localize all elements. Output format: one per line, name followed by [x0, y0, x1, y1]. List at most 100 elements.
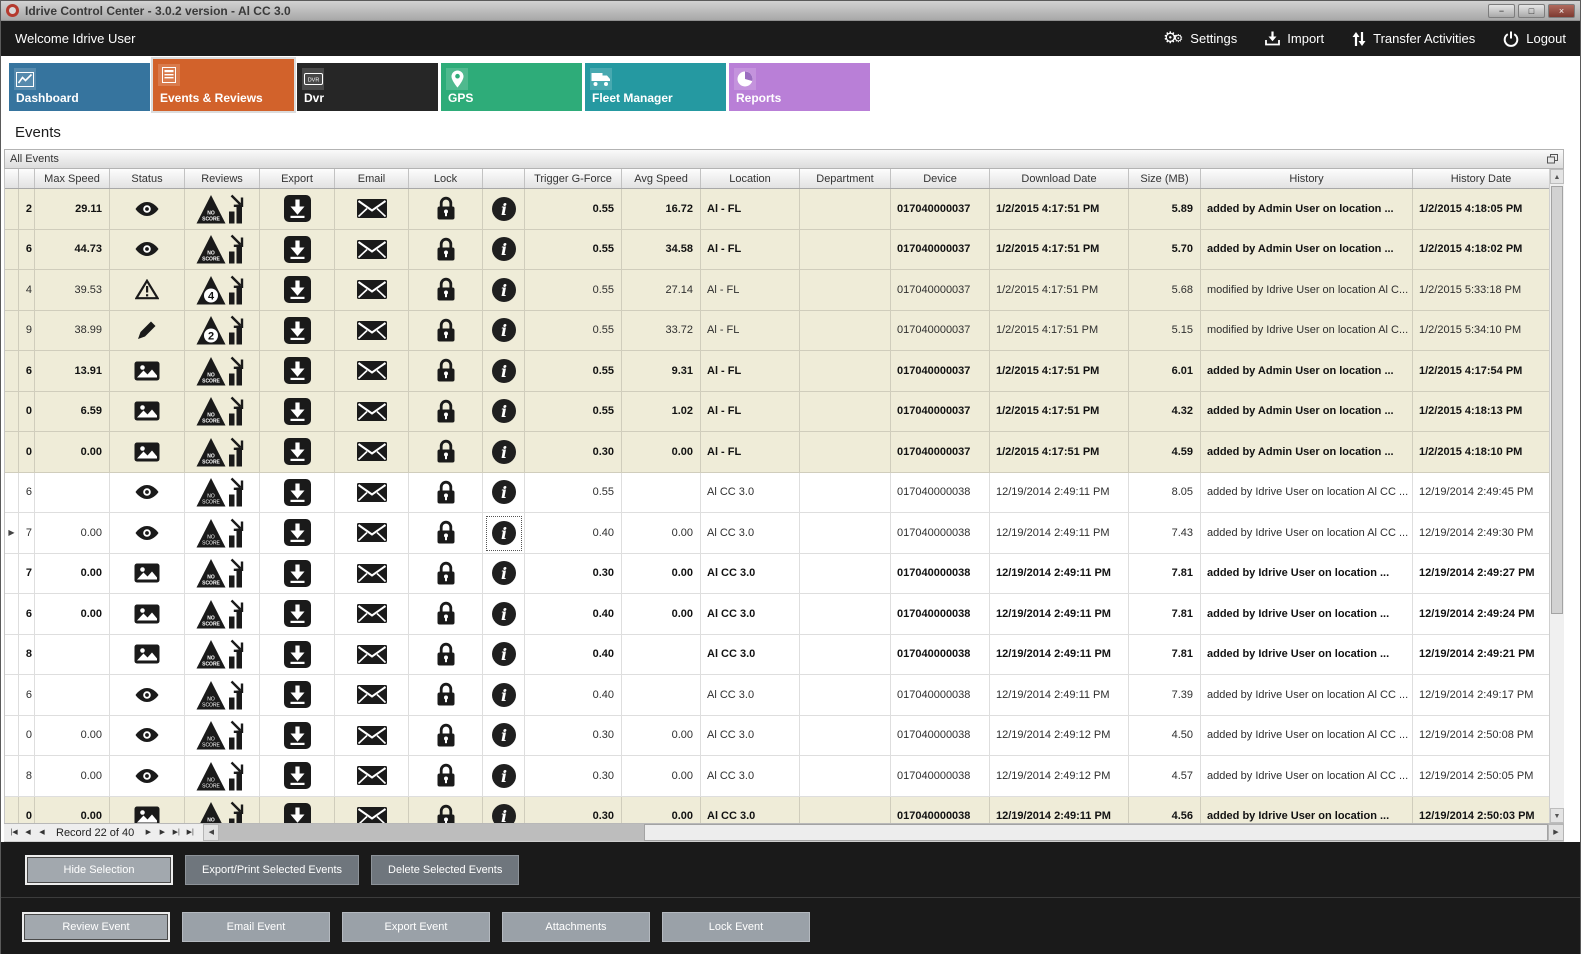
table-row[interactable]: 00.00NOSCOREi0.300.00Al CC 3.00170400000…: [5, 716, 1550, 757]
export-button[interactable]: [260, 392, 335, 433]
export-icon[interactable]: [284, 681, 311, 708]
row-selector[interactable]: [5, 311, 19, 352]
table-row[interactable]: 938.992i0.5533.72Al - FL0170400000371/2/…: [5, 311, 1550, 352]
lock-button[interactable]: [409, 635, 483, 676]
info-button[interactable]: i: [483, 675, 525, 716]
table-row[interactable]: 439.534i0.5527.14Al - FL0170400000371/2/…: [5, 270, 1550, 311]
row-selector[interactable]: [5, 351, 19, 392]
email-button[interactable]: [335, 756, 409, 797]
row-selector[interactable]: [5, 392, 19, 433]
lock-icon[interactable]: [436, 642, 456, 667]
row-selector[interactable]: [5, 594, 19, 635]
lock-icon[interactable]: [436, 196, 456, 221]
maximize-button[interactable]: □: [1518, 4, 1545, 18]
table-row[interactable]: 644.73NOSCOREi0.5534.58Al - FL0170400000…: [5, 230, 1550, 271]
lock-button[interactable]: [409, 756, 483, 797]
tab-reports[interactable]: Reports: [729, 63, 870, 111]
lock-button[interactable]: [409, 797, 483, 824]
export-button[interactable]: [260, 432, 335, 473]
export-icon[interactable]: [284, 641, 311, 668]
export-button[interactable]: [260, 473, 335, 514]
first-record-button[interactable]: |◀: [7, 825, 21, 841]
info-icon[interactable]: i: [491, 803, 517, 823]
email-button[interactable]: [335, 189, 409, 230]
tab-events-reviews[interactable]: Events & Reviews: [153, 59, 294, 111]
export-button[interactable]: [260, 716, 335, 757]
export-print-selected-events-button[interactable]: Export/Print Selected Events: [185, 855, 359, 885]
export-button[interactable]: [260, 554, 335, 595]
export-button[interactable]: [260, 311, 335, 352]
info-icon[interactable]: i: [491, 236, 517, 262]
next-record-button[interactable]: ▶: [141, 825, 155, 841]
column-header-trigger-g-force[interactable]: Trigger G-Force: [525, 169, 622, 188]
info-icon[interactable]: i: [491, 763, 517, 789]
export-icon[interactable]: [284, 236, 311, 263]
email-button[interactable]: [335, 230, 409, 271]
review-event-button[interactable]: Review Event: [22, 912, 170, 942]
column-header-status[interactable]: Status: [110, 169, 185, 188]
info-icon[interactable]: i: [491, 277, 517, 303]
lock-icon[interactable]: [436, 358, 456, 383]
column-header-history[interactable]: History: [1201, 169, 1413, 188]
lock-icon[interactable]: [436, 682, 456, 707]
info-icon[interactable]: i: [491, 560, 517, 586]
lock-button[interactable]: [409, 230, 483, 271]
export-icon[interactable]: [284, 398, 311, 425]
export-icon[interactable]: [284, 195, 311, 222]
email-icon[interactable]: [357, 726, 387, 745]
row-selector[interactable]: ▶: [5, 513, 19, 554]
email-icon[interactable]: [357, 645, 387, 664]
lock-button[interactable]: [409, 716, 483, 757]
export-icon[interactable]: [284, 519, 311, 546]
lock-icon[interactable]: [436, 318, 456, 343]
table-row[interactable]: 8NOSCOREi0.40Al CC 3.001704000003812/19/…: [5, 635, 1550, 676]
table-row[interactable]: 80.00NOSCOREi0.300.00Al CC 3.00170400000…: [5, 756, 1550, 797]
info-button[interactable]: i: [483, 797, 525, 824]
vertical-scroll-thumb[interactable]: [1551, 186, 1563, 614]
email-icon[interactable]: [357, 240, 387, 259]
table-row[interactable]: 613.91NOSCOREi0.559.31Al - FL01704000003…: [5, 351, 1550, 392]
export-icon[interactable]: [284, 722, 311, 749]
row-selector[interactable]: [5, 554, 19, 595]
email-icon[interactable]: [357, 280, 387, 299]
lock-button[interactable]: [409, 189, 483, 230]
export-button[interactable]: [260, 270, 335, 311]
lock-icon[interactable]: [436, 480, 456, 505]
lock-icon[interactable]: [436, 723, 456, 748]
export-button[interactable]: [260, 351, 335, 392]
window-restore-icon[interactable]: [1547, 154, 1558, 164]
lock-event-button[interactable]: Lock Event: [662, 912, 810, 942]
export-icon[interactable]: [284, 479, 311, 506]
last-edit-button[interactable]: ▶|: [183, 825, 197, 841]
email-icon[interactable]: [357, 766, 387, 785]
info-button[interactable]: i: [483, 351, 525, 392]
email-button[interactable]: [335, 311, 409, 352]
email-button[interactable]: [335, 432, 409, 473]
info-icon[interactable]: i: [491, 601, 517, 627]
email-button[interactable]: [335, 554, 409, 595]
info-icon[interactable]: i: [491, 439, 517, 465]
export-button[interactable]: [260, 594, 335, 635]
lock-button[interactable]: [409, 392, 483, 433]
email-icon[interactable]: [357, 402, 387, 421]
column-header-max-speed[interactable]: Max Speed: [35, 169, 110, 188]
email-button[interactable]: [335, 797, 409, 824]
info-button[interactable]: i: [483, 554, 525, 595]
export-icon[interactable]: [284, 762, 311, 789]
lock-icon[interactable]: [436, 520, 456, 545]
column-header-info[interactable]: [483, 169, 525, 188]
tab-gps[interactable]: GPS: [441, 63, 582, 111]
tab-dvr[interactable]: DVRDvr: [297, 63, 438, 111]
row-selector[interactable]: [5, 675, 19, 716]
email-icon[interactable]: [357, 199, 387, 218]
export-button[interactable]: [260, 189, 335, 230]
lock-icon[interactable]: [436, 439, 456, 464]
email-button[interactable]: [335, 716, 409, 757]
email-icon[interactable]: [357, 685, 387, 704]
logout-action[interactable]: Logout: [1503, 31, 1566, 47]
row-selector[interactable]: [5, 432, 19, 473]
scroll-left-arrow-icon[interactable]: ◀: [203, 824, 219, 841]
row-selector[interactable]: [5, 716, 19, 757]
column-header-email[interactable]: Email: [335, 169, 409, 188]
column-header-device[interactable]: Device: [891, 169, 990, 188]
